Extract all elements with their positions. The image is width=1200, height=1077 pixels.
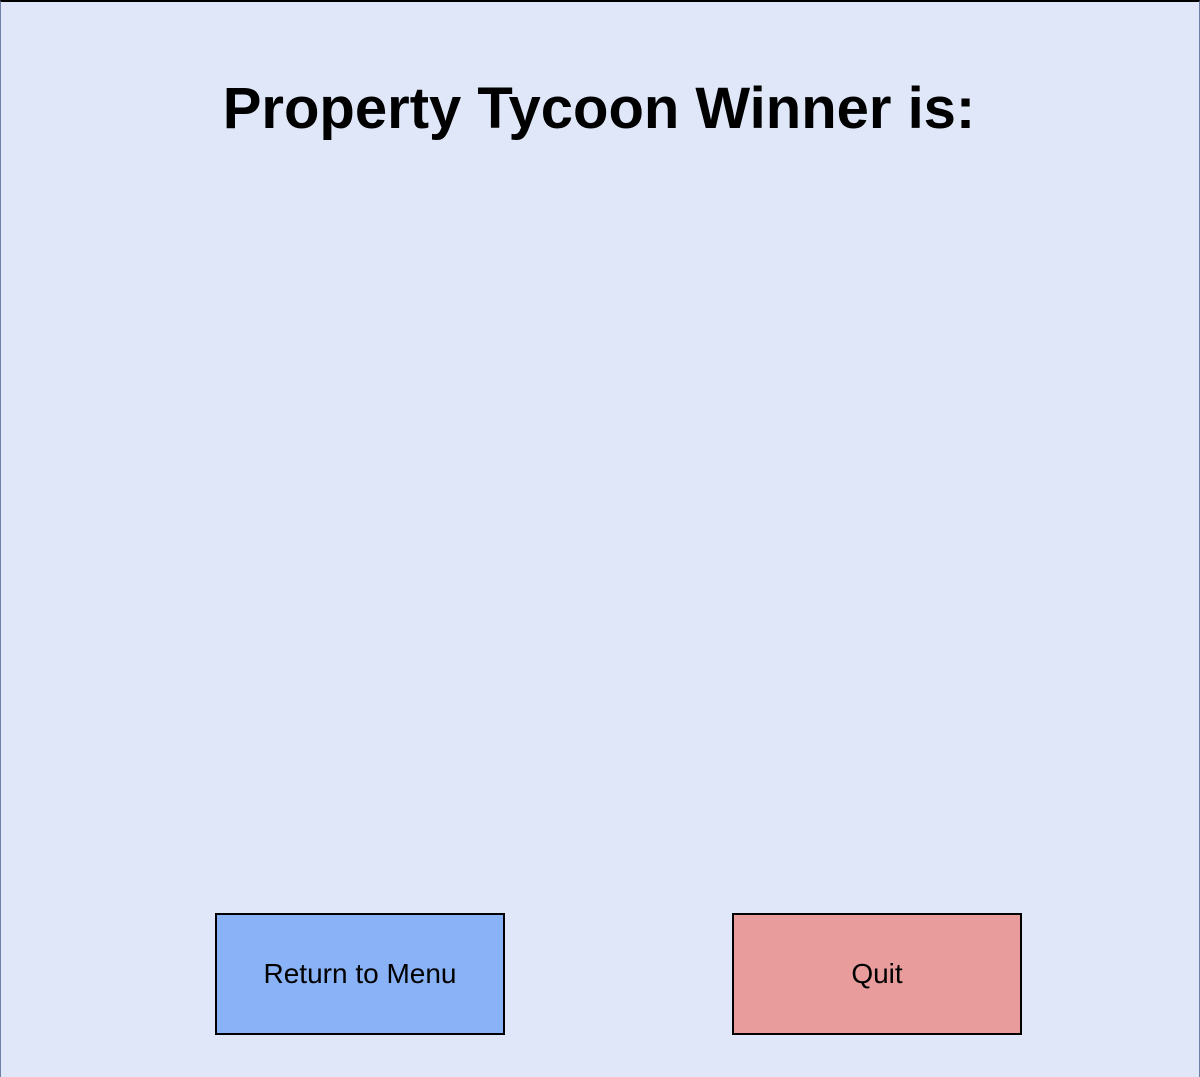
winner-screen: Property Tycoon Winner is: Return to Men… — [0, 0, 1200, 1077]
return-to-menu-label: Return to Menu — [263, 958, 457, 989]
page-title: Property Tycoon Winner is: — [222, 76, 976, 141]
quit-label: Quit — [851, 958, 903, 989]
return-to-menu-button[interactable]: Return to Menu — [215, 913, 505, 1035]
quit-button[interactable]: Quit — [732, 913, 1022, 1035]
